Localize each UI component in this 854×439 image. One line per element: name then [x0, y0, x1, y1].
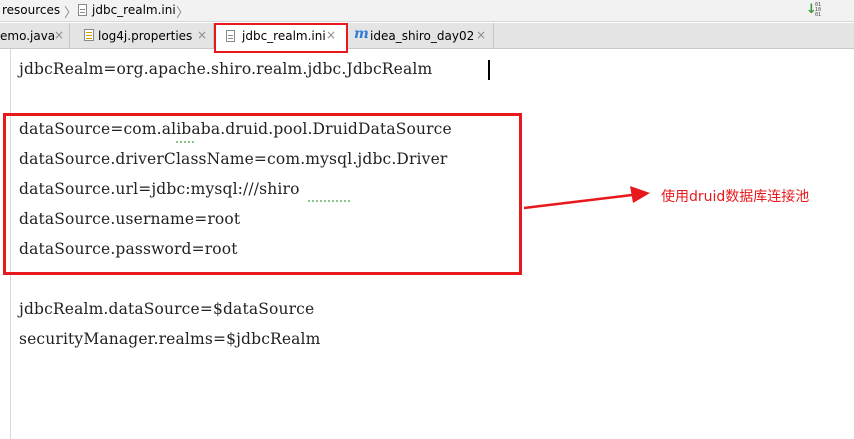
maven-m-icon: m: [354, 26, 369, 42]
annotation-arrow-icon: [523, 186, 650, 210]
tab-log4j-properties[interactable]: log4j.properties ×: [70, 23, 214, 48]
binary-sort-icon[interactable]: ↓ 01 10 01: [806, 2, 828, 20]
close-icon[interactable]: ×: [476, 28, 486, 42]
breadcrumb-item-file[interactable]: jdbc_realm.ini: [92, 3, 176, 17]
tab-emo-java[interactable]: emo.java ×: [0, 23, 70, 48]
active-tab-highlight: [214, 23, 348, 53]
breadcrumb-separator-icon: 〉: [176, 6, 190, 21]
ini-file-icon: [78, 4, 87, 16]
properties-file-icon: [84, 29, 94, 41]
annotation-label: 使用druid数据库连接池: [661, 189, 810, 205]
code-line[interactable]: jdbcRealm=org.apache.shiro.realm.jdbc.Jd…: [19, 60, 432, 78]
close-icon[interactable]: ×: [197, 28, 207, 42]
tab-label: log4j.properties: [98, 29, 193, 43]
code-line[interactable]: securityManager.realms=$jdbcRealm: [19, 330, 321, 348]
tab-label: idea_shiro_day02: [370, 29, 475, 43]
code-line[interactable]: jdbcRealm.dataSource=$dataSource: [19, 300, 314, 318]
text-caret: [488, 60, 490, 80]
breadcrumb-separator-icon: 〉: [64, 6, 78, 21]
breadcrumb-item-resources[interactable]: resources: [2, 3, 60, 17]
editor-tab-bar: emo.java × log4j.properties × jdbc_realm…: [0, 23, 854, 49]
tab-label: emo.java: [0, 29, 56, 43]
datasource-highlight-box: [3, 113, 522, 275]
close-icon[interactable]: ×: [54, 28, 64, 42]
breadcrumb: resources 〉 jdbc_realm.ini 〉 ↓ 01 10 01: [0, 0, 854, 22]
tab-idea-shiro-day02[interactable]: m idea_shiro_day02 ×: [348, 23, 494, 48]
